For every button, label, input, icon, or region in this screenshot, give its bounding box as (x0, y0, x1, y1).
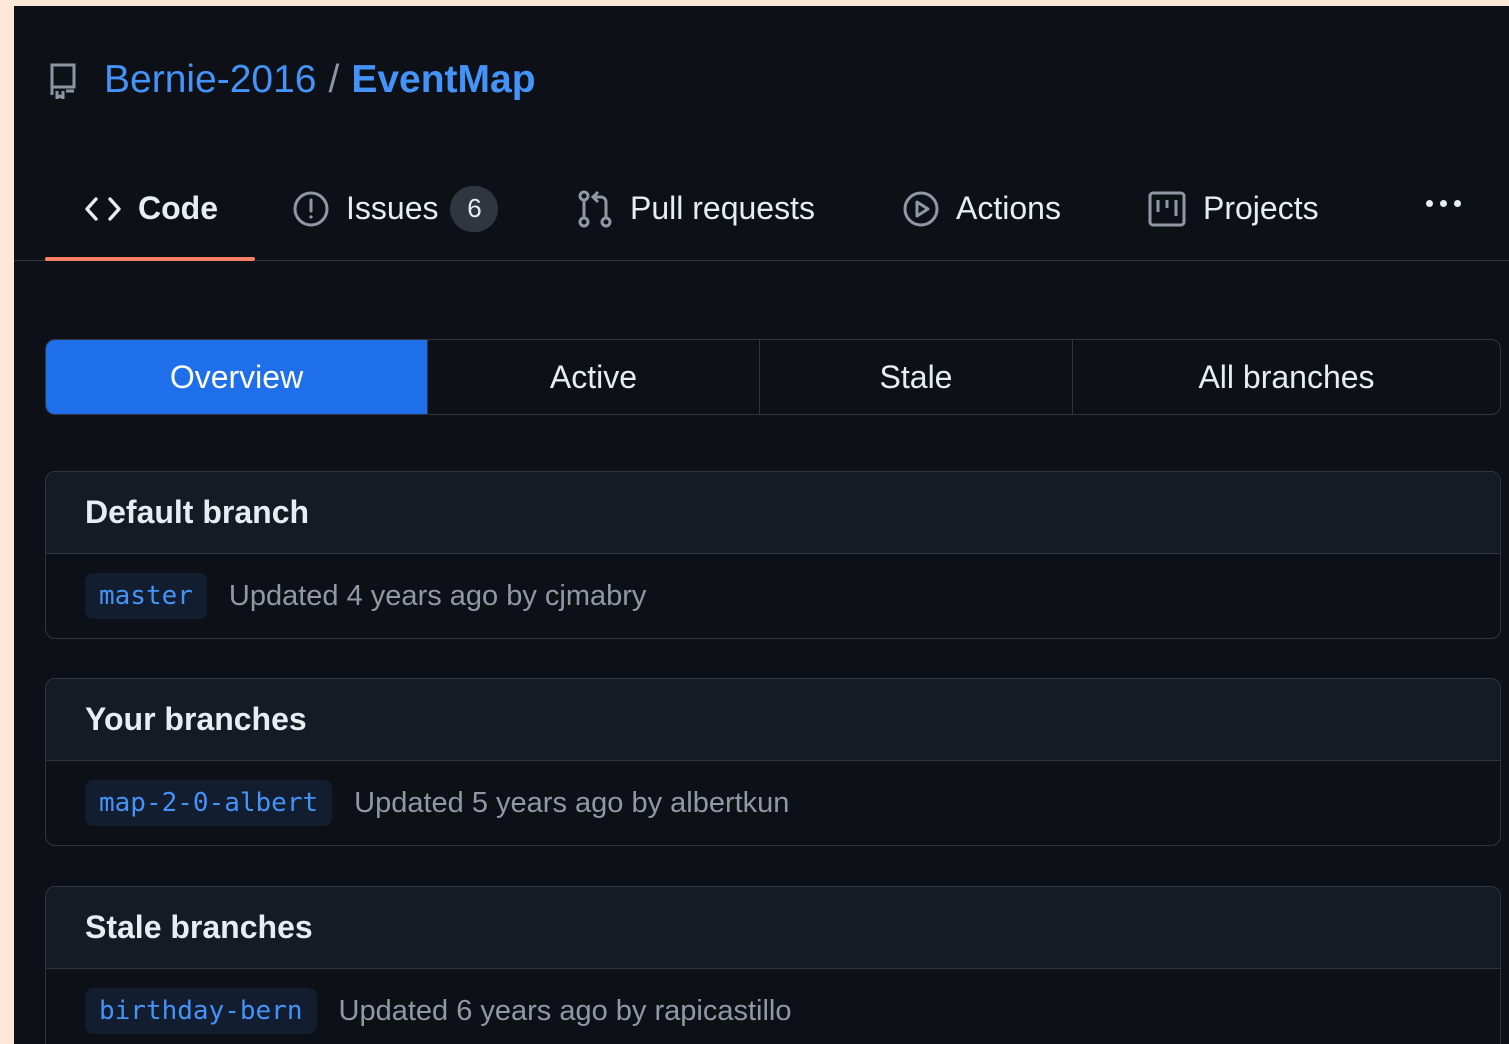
repo-separator: / (328, 58, 340, 101)
repo-nav: Code Issues 6 Pull requests Actions Proj… (14, 156, 1509, 261)
repo-icon (48, 60, 82, 100)
branch-row: birthday-bern Updated 6 years ago by rap… (46, 969, 1500, 1044)
section-title: Default branch (46, 472, 1500, 554)
github-branches-page: Bernie-2016 / EventMap Code Issues 6 Pul… (14, 6, 1509, 1044)
repo-owner-link[interactable]: Bernie-2016 (104, 58, 316, 102)
repo-header: Bernie-2016 / EventMap (48, 52, 536, 108)
tab-issues-label: Issues (346, 190, 439, 226)
issue-opened-icon (292, 190, 330, 228)
section-title: Your branches (46, 679, 1500, 761)
tab-actions-label: Actions (956, 190, 1061, 226)
kebab-horizontal-icon[interactable] (1420, 194, 1467, 213)
filter-all-branches[interactable]: All branches (1073, 340, 1500, 414)
tab-actions[interactable]: Actions (902, 156, 1061, 261)
tab-pull-requests-label: Pull requests (630, 190, 815, 226)
tab-issues[interactable]: Issues 6 (292, 156, 499, 261)
branch-row: map-2-0-albert Updated 5 years ago by al… (46, 761, 1500, 845)
repo-name-link[interactable]: EventMap (351, 58, 535, 102)
filter-overview[interactable]: Overview (46, 340, 428, 414)
branch-updated-text: Updated 6 years ago by rapicastillo (338, 994, 792, 1027)
project-board-icon (1147, 190, 1187, 228)
filter-active[interactable]: Active (428, 340, 760, 414)
tab-projects-label: Projects (1203, 190, 1319, 226)
your-branches-box: Your branches map-2-0-albert Updated 5 y… (45, 678, 1501, 846)
tab-selected-underline (45, 257, 255, 261)
filter-stale[interactable]: Stale (760, 340, 1073, 414)
tab-code[interactable]: Code (84, 156, 218, 261)
tab-pull-requests[interactable]: Pull requests (576, 156, 815, 261)
tab-projects[interactable]: Projects (1147, 156, 1319, 261)
branch-name-link[interactable]: map-2-0-albert (85, 780, 333, 826)
section-title: Stale branches (46, 887, 1500, 969)
branch-filter-tabs: Overview Active Stale All branches (45, 339, 1501, 415)
branch-name-link[interactable]: master (85, 573, 207, 619)
tab-code-label: Code (138, 190, 218, 226)
code-icon (84, 194, 122, 224)
issues-count-badge: 6 (450, 185, 499, 232)
stale-branches-box: Stale branches birthday-bern Updated 6 y… (45, 886, 1501, 1044)
play-icon (902, 190, 940, 228)
branch-row: master Updated 4 years ago by cjmabry (46, 554, 1500, 638)
default-branch-box: Default branch master Updated 4 years ag… (45, 471, 1501, 639)
branch-name-link[interactable]: birthday-bern (85, 988, 317, 1034)
branch-updated-text: Updated 5 years ago by albertkun (354, 786, 790, 819)
branch-updated-text: Updated 4 years ago by cjmabry (228, 579, 647, 612)
git-pull-request-icon (576, 189, 614, 229)
